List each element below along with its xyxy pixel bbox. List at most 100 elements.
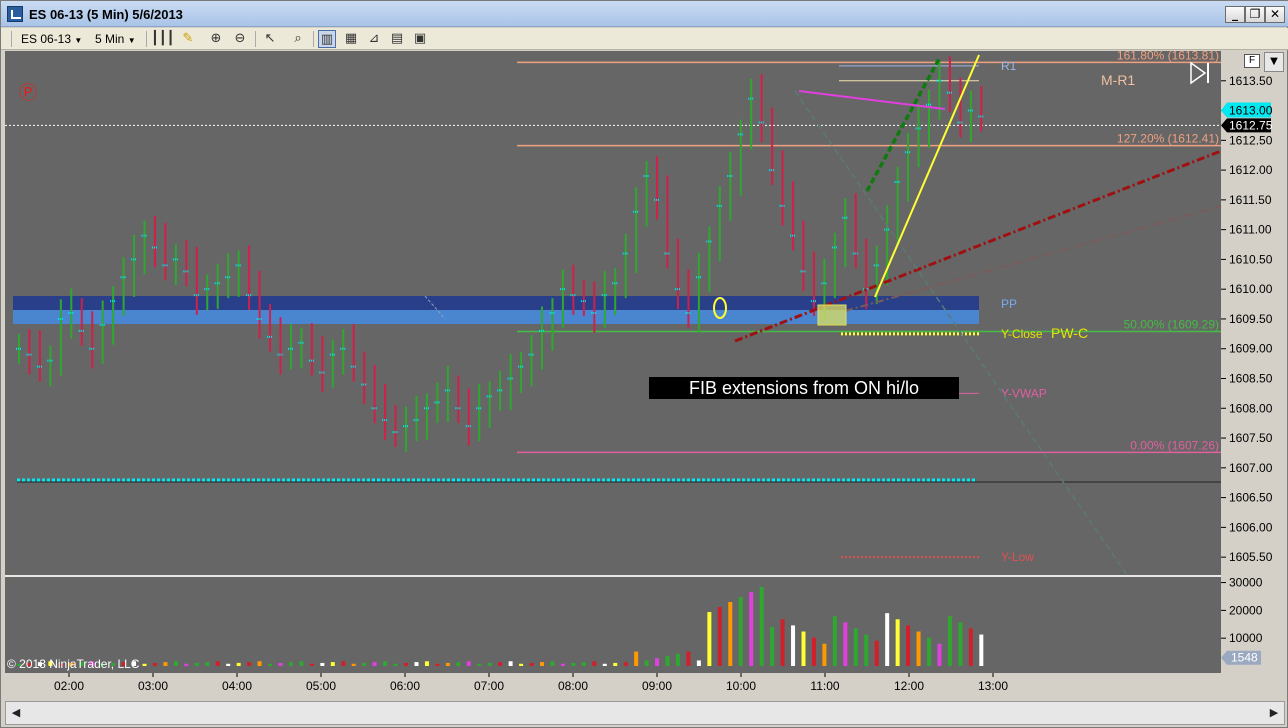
chart-window: ES 06-13 (5 Min) 5/6/2013 _ ❐ ✕ ES 06-13… — [0, 0, 1288, 728]
volume-bar — [341, 661, 346, 666]
format-button[interactable]: F — [1244, 54, 1260, 68]
volume-bar — [707, 612, 712, 666]
cursor-icon[interactable]: ↖ — [261, 30, 279, 48]
price-tick-label: 1606.00 — [1229, 520, 1273, 534]
time-tick-label: 07:00 — [474, 679, 504, 693]
restore-button[interactable]: ❐ — [1245, 6, 1265, 23]
scroll-right-icon[interactable]: ▶ — [1266, 705, 1282, 721]
volume-bar — [299, 661, 304, 666]
volume-bar — [215, 661, 220, 666]
volume-bar — [843, 622, 848, 666]
volume-bar — [811, 637, 816, 666]
volume-bar — [414, 662, 419, 666]
price-tick-label: 1610.50 — [1229, 252, 1273, 266]
candlestick-icon[interactable]: ▦ — [342, 30, 360, 48]
fib-level-label: 127.20% (1612.41) — [1117, 132, 1219, 146]
volume-bar — [163, 662, 168, 666]
fib-level-label: 0.00% (1607.26) — [1130, 438, 1219, 452]
line-chart-icon[interactable]: ⊿ — [365, 30, 383, 48]
instrument-selector[interactable]: ES 06-13 ▼ — [21, 30, 82, 48]
price-tick-label: 1608.50 — [1229, 372, 1273, 386]
title-bar[interactable]: ES 06-13 (5 Min) 5/6/2013 _ ❐ ✕ — [1, 1, 1288, 27]
volume-tick-label: 10000 — [1229, 631, 1263, 645]
time-tick-label: 06:00 — [390, 679, 420, 693]
volume-bar — [571, 662, 576, 666]
price-tick-label: 1608.00 — [1229, 401, 1273, 415]
interval-label: 5 Min — [95, 32, 125, 46]
bars-icon[interactable]: ┃┃┃ — [151, 30, 174, 48]
price-tick-label: 1611.00 — [1229, 223, 1272, 237]
volume-bar — [404, 662, 409, 666]
last-price-label: 1613.00 — [1229, 104, 1273, 118]
time-axis-panel — [5, 673, 1221, 699]
price-tick-label: 1605.50 — [1229, 550, 1273, 564]
volume-bar — [424, 661, 429, 666]
price-tick-label: 1607.00 — [1229, 461, 1273, 475]
volume-bar — [770, 627, 775, 666]
time-tick-label: 02:00 — [54, 679, 84, 693]
scroll-left-icon[interactable]: ◀ — [8, 705, 24, 721]
scroll-up-button[interactable]: ▼ — [1264, 52, 1284, 72]
chevron-down-icon: ▼ — [74, 36, 83, 45]
volume-bar — [696, 660, 701, 666]
data-box-icon[interactable]: ▣ — [411, 30, 429, 48]
pencil-icon[interactable]: ✎ — [179, 30, 197, 48]
volume-bar — [655, 658, 660, 666]
highlight-box — [817, 304, 847, 326]
pivot-label: Y-Low — [1001, 550, 1034, 564]
interval-selector[interactable]: 5 Min ▼ — [95, 30, 136, 48]
volume-bar — [728, 602, 733, 666]
volume-bar — [498, 662, 503, 666]
volume-bar — [947, 616, 952, 666]
price-chart[interactable]: 161.80% (1613.81) 127.20% (1612.41) 50.00%… — [5, 51, 1285, 699]
price-tick-label: 1612.00 — [1229, 163, 1273, 177]
current-price-label: 1612.75 — [1229, 118, 1273, 132]
bar-style-icon[interactable]: ▥ — [318, 30, 336, 48]
toolbar-separator — [146, 31, 147, 47]
volume-bar — [613, 662, 618, 666]
volume-bar — [309, 663, 314, 666]
minimize-button[interactable]: _ — [1225, 6, 1245, 23]
pivot-label: PW-C — [1051, 325, 1088, 341]
zoom-out-icon[interactable]: ⊖ — [231, 30, 249, 48]
volume-bar — [832, 616, 837, 666]
volume-bar — [320, 662, 325, 666]
volume-bar — [665, 655, 670, 666]
volume-bar — [519, 663, 524, 666]
copyright-text: © 2013 NinjaTrader, LLC — [7, 657, 140, 671]
volume-bar — [791, 625, 796, 666]
chevron-down-icon: ▼ — [127, 36, 136, 45]
volume-bar — [247, 662, 252, 666]
volume-bar — [226, 663, 231, 666]
volume-marker-label: 1548 — [1231, 651, 1258, 665]
horizontal-scrollbar[interactable]: ◀ ▶ — [5, 701, 1285, 725]
volume-bar — [257, 661, 262, 666]
volume-bar — [885, 613, 890, 666]
price-tick-label: 1609.00 — [1229, 342, 1273, 356]
volume-bar — [184, 663, 189, 666]
volume-bar — [466, 661, 471, 666]
close-button[interactable]: ✕ — [1265, 6, 1285, 23]
volume-bar — [393, 663, 398, 666]
search-icon[interactable]: ⌕ — [289, 30, 307, 48]
volume-bar — [435, 663, 440, 666]
price-tick-label: 1609.50 — [1229, 312, 1273, 326]
volume-bar — [362, 662, 367, 666]
price-axis: 1613.50 1613.00 1612.50 1612.00 1611.50 1611.… — [1221, 74, 1273, 564]
volume-bar — [351, 663, 356, 666]
annotation-box[interactable]: FIB extensions from ON hi/lo — [649, 377, 959, 399]
volume-panel — [5, 577, 1221, 673]
properties-icon[interactable]: ▤ — [388, 30, 406, 48]
volume-bar — [560, 663, 565, 666]
zoom-in-icon[interactable]: ⊕ — [207, 30, 225, 48]
volume-bar — [937, 643, 942, 666]
volume-bar — [550, 661, 555, 666]
price-tick-label: 1611.50 — [1229, 193, 1272, 207]
volume-bar — [759, 587, 764, 666]
toolbar-separator — [313, 31, 314, 47]
volume-bar — [927, 637, 932, 666]
volume-bar — [968, 628, 973, 666]
fib-level-label: 50.00% (1609.29) — [1124, 317, 1219, 331]
volume-bar — [529, 662, 534, 666]
annotation-text: FIB extensions from ON hi/lo — [689, 378, 919, 398]
